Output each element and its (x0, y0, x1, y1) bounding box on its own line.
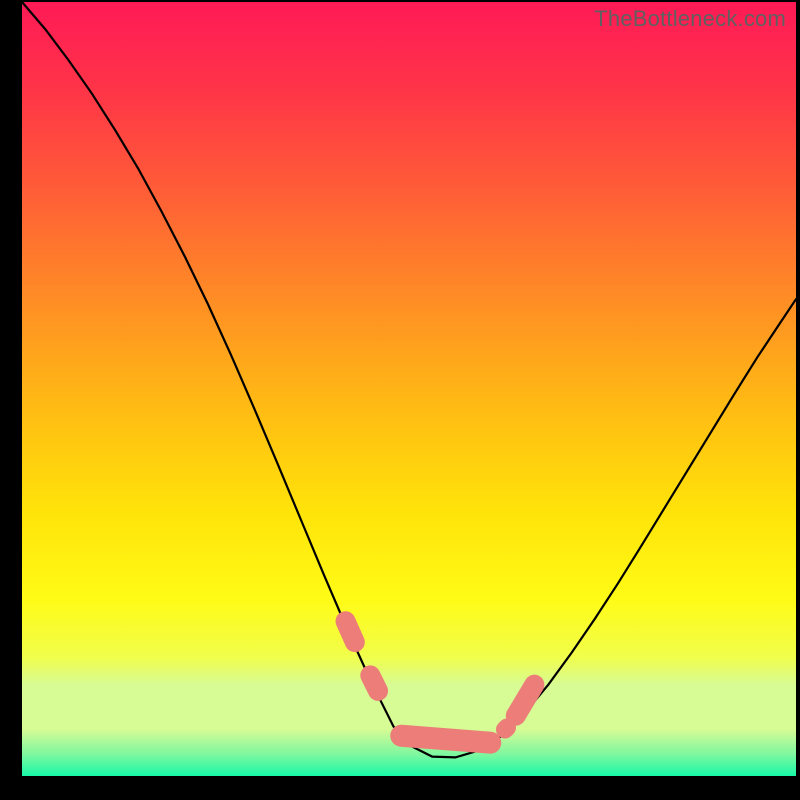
green-band (22, 729, 796, 776)
watermark-text: TheBottleneck.com (594, 6, 786, 32)
plot-frame (22, 2, 796, 776)
chart-stage: TheBottleneck.com (0, 0, 800, 800)
heat-gradient (22, 2, 796, 729)
